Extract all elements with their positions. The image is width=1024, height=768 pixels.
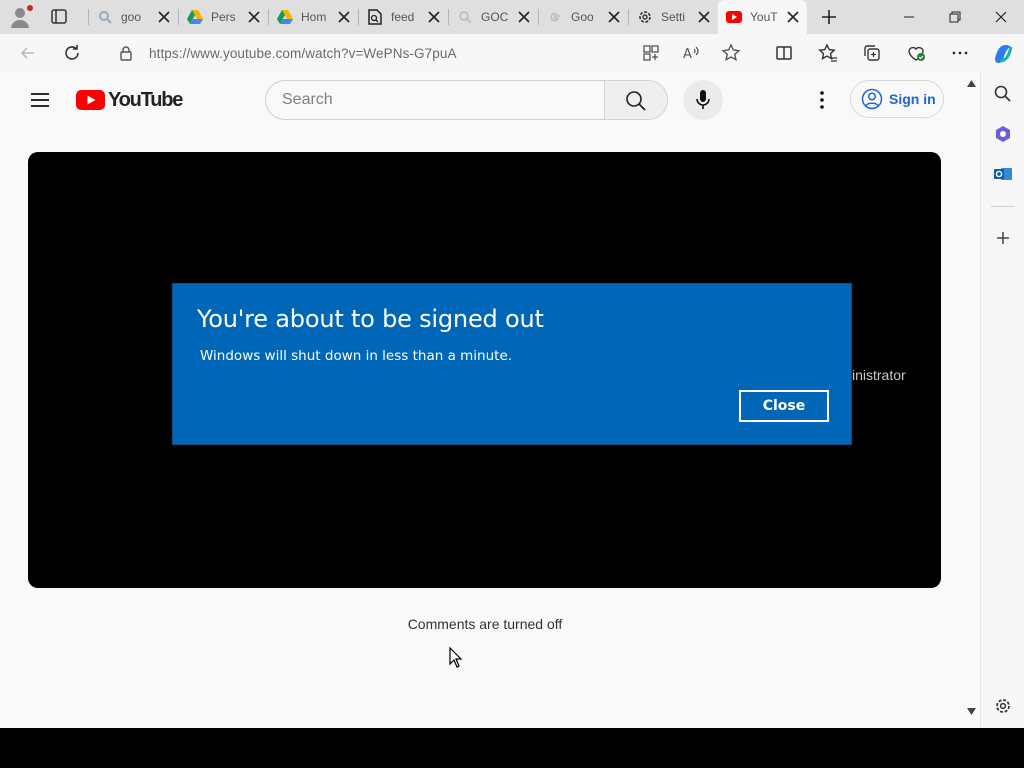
minimize-icon: [904, 16, 914, 18]
close-tab-icon[interactable]: [606, 9, 622, 25]
settings-menu-icon[interactable]: [812, 88, 832, 112]
youtube-logo[interactable]: YouTube: [76, 88, 183, 111]
search-icon: [457, 9, 473, 25]
google-drive-icon: [187, 9, 203, 25]
address-bar[interactable]: https://www.youtube.com/watch?v=WePNs-G7…: [102, 38, 762, 68]
sidebar-settings-gear-icon[interactable]: [993, 696, 1013, 716]
new-tab-icon[interactable]: [818, 7, 840, 27]
player-partial-text: inistrator: [852, 367, 906, 383]
close-tab-icon[interactable]: [426, 9, 442, 25]
restore-icon: [949, 11, 961, 23]
tab-actions-icon[interactable]: [48, 7, 70, 27]
tab-title: YouT: [750, 10, 778, 24]
close-tab-icon[interactable]: [785, 9, 801, 25]
close-tab-icon[interactable]: [246, 9, 262, 25]
youtube-logo-text: YouTube: [108, 88, 183, 111]
search-button[interactable]: [604, 80, 668, 120]
url-text[interactable]: https://www.youtube.com/watch?v=WePNs-G7…: [149, 46, 457, 61]
mouse-cursor-icon: [449, 647, 463, 668]
tab-settings[interactable]: Setti: [629, 4, 718, 30]
youtube-icon: [726, 9, 742, 25]
app-available-icon[interactable]: [641, 43, 661, 63]
svg-text:A: A: [683, 47, 692, 62]
tab-title: Pers: [211, 10, 236, 24]
lock-icon[interactable]: [118, 45, 134, 61]
refresh-icon[interactable]: [62, 43, 82, 63]
sidebar-discover-icon[interactable]: [993, 124, 1013, 144]
tab-goo[interactable]: goo: [89, 4, 178, 30]
tab-title: Setti: [661, 10, 686, 24]
browser-essentials-icon[interactable]: [906, 43, 926, 63]
tab-feed[interactable]: feed: [359, 4, 448, 30]
tab-goc[interactable]: GOC: [449, 4, 538, 30]
back-icon[interactable]: [18, 43, 38, 63]
tab-title: goo: [121, 10, 142, 24]
tab-hom[interactable]: Hom: [269, 4, 358, 30]
tab-title: Hom: [301, 10, 327, 24]
sign-in-button[interactable]: Sign in: [850, 80, 944, 118]
google-drive-icon: [277, 9, 293, 25]
document-search-icon: [367, 9, 383, 25]
sign-in-label: Sign in: [889, 91, 936, 107]
read-aloud-icon[interactable]: A: [681, 43, 701, 63]
search-box[interactable]: [265, 80, 605, 120]
close-button[interactable]: Close: [739, 390, 829, 422]
hamburger-menu-icon[interactable]: [30, 92, 50, 108]
tab-title: Goo: [571, 10, 594, 24]
close-tab-icon[interactable]: [336, 9, 352, 25]
tab-pers[interactable]: Pers: [179, 4, 268, 30]
scroll-up-arrow-icon[interactable]: [967, 80, 976, 87]
dialog-message: Windows will shut down in less than a mi…: [200, 348, 513, 364]
comments-status: Comments are turned off: [407, 616, 563, 632]
split-screen-icon[interactable]: [774, 43, 794, 63]
tab-title: GOC: [481, 10, 509, 24]
google-search-icon: [97, 9, 113, 25]
close-tab-icon[interactable]: [516, 9, 532, 25]
tab-title: feed: [391, 10, 415, 24]
copilot-icon[interactable]: [991, 41, 1015, 65]
gear-icon: [637, 9, 653, 25]
favorite-star-icon[interactable]: [721, 43, 741, 63]
scroll-down-arrow-icon[interactable]: [967, 708, 976, 715]
browser-toolbar: https://www.youtube.com/watch?v=WePNs-G7…: [0, 34, 1024, 72]
close-tab-icon[interactable]: [696, 9, 712, 25]
microphone-icon: [696, 90, 710, 109]
search-input[interactable]: [282, 91, 582, 109]
outlook-icon[interactable]: [993, 164, 1013, 184]
favorites-icon[interactable]: [818, 43, 838, 63]
edge-sidebar: [980, 72, 1024, 728]
close-tab-icon[interactable]: [156, 9, 172, 25]
voice-search-button[interactable]: [683, 80, 723, 120]
more-options-icon[interactable]: [950, 43, 970, 63]
sign-out-warning-dialog: You're about to be signed out Windows wi…: [172, 283, 852, 445]
profile-avatar-icon[interactable]: [8, 4, 36, 30]
tab-strip: goo Pers Hom feed GOC Goo Setti YouT: [0, 0, 1024, 34]
account-icon: [861, 88, 883, 110]
close-icon: [995, 11, 1007, 23]
search-icon: [626, 91, 646, 111]
minimize-button[interactable]: [886, 0, 932, 34]
google-icon: [547, 9, 563, 25]
screen-bottom-area: [0, 728, 1024, 768]
close-window-button[interactable]: [978, 0, 1024, 34]
page-scrollbar[interactable]: [963, 72, 980, 728]
collections-icon[interactable]: [862, 43, 882, 63]
tab-youtube-active[interactable]: YouT: [718, 0, 807, 34]
sidebar-search-icon[interactable]: [993, 84, 1013, 104]
restore-button[interactable]: [932, 0, 978, 34]
youtube-play-logo-icon: [76, 90, 105, 110]
dialog-title: You're about to be signed out: [197, 305, 544, 333]
add-sidebar-app-icon[interactable]: [993, 228, 1013, 248]
tab-goo-2[interactable]: Goo: [539, 4, 628, 30]
